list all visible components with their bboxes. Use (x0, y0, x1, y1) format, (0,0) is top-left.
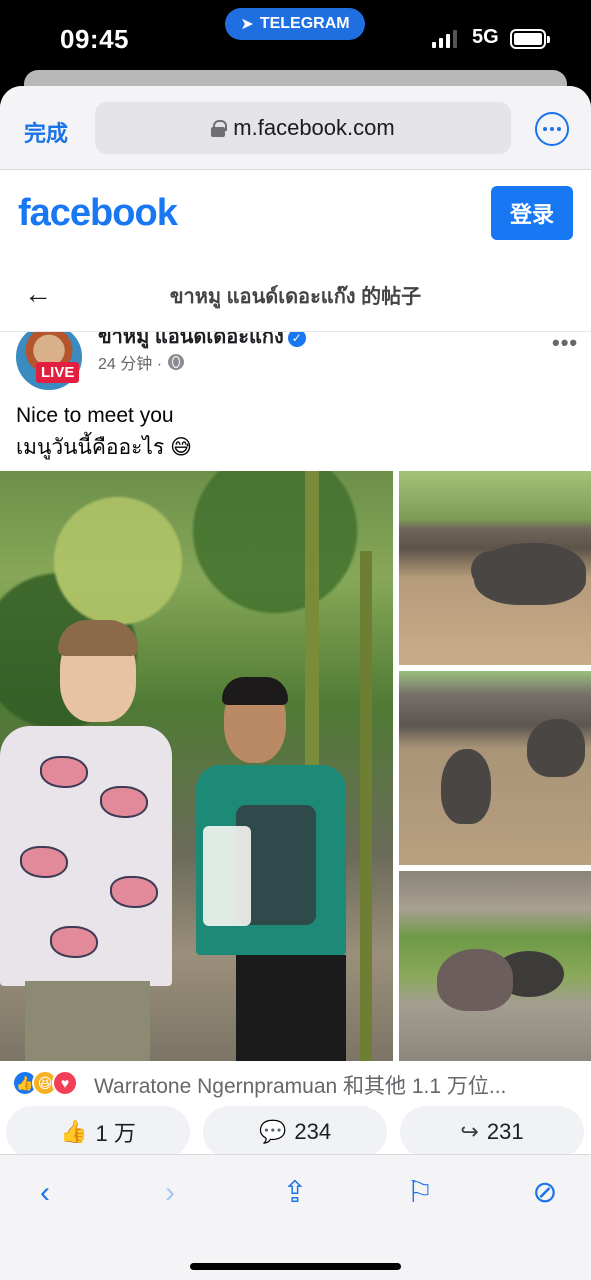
page-title: ขาหมู แอนด์เดอะแก๊ง 的帖子 (169, 286, 422, 308)
comment-icon: 💬 (258, 1119, 287, 1144)
post-photo-3[interactable] (399, 671, 591, 865)
post-author[interactable]: ขาหมู แอนด์เดอะแก๊ง ✓ (98, 332, 306, 352)
network-type: 5G (472, 26, 499, 48)
post-menu-icon[interactable]: ••• (552, 332, 578, 356)
share-count: 231 (486, 1119, 524, 1144)
post-photo-main[interactable] (0, 471, 393, 1061)
compass-icon[interactable]: ⊘ (525, 1173, 565, 1213)
address-bar: 完成 m.facebook.com (0, 86, 591, 170)
forward-icon[interactable]: › (150, 1173, 190, 1213)
status-time: 09:45 (60, 24, 129, 54)
reaction-icons: 👍 😆 ♥ (12, 1070, 92, 1096)
live-badge: LIVE (36, 362, 80, 383)
share-arrow-icon: ↪ (460, 1119, 479, 1144)
telegram-return-pill[interactable]: ➤ TELEGRAM (225, 8, 365, 40)
reactions-text: Warratone Ngernpramuan 和其他 1.1 万位... (94, 1075, 507, 1098)
love-reaction-icon: ♥ (52, 1070, 78, 1096)
reactions-summary[interactable]: 👍 😆 ♥ Warratone Ngernpramuan 和其他 1.1 万位.… (0, 1066, 591, 1102)
done-button[interactable]: 完成 (24, 116, 68, 148)
facebook-logo[interactable]: facebook (18, 192, 178, 235)
post-header: LIVE ขาหมู แอนด์เดอะแก๊ง ✓ 24 分钟 · ••• (0, 332, 591, 392)
post-text-line-1: Nice to meet you (16, 404, 174, 427)
back-icon[interactable]: ‹ (25, 1173, 65, 1213)
comment-button[interactable]: 💬 234 (203, 1106, 387, 1158)
browser-sheet: 完成 m.facebook.com facebook 登录 ← ขาหมู แอ… (0, 86, 591, 1280)
verified-badge-icon: ✓ (287, 332, 306, 347)
post-title-bar: ← ขาหมู แอนด์เดอะแก๊ง 的帖子 (0, 256, 591, 332)
signal-icon (432, 30, 457, 48)
lock-icon (211, 120, 228, 137)
post-text: Nice to meet you เมนูวันนี้คืออะไร 😅 (16, 400, 192, 464)
photo-grid (0, 471, 591, 1061)
status-bar: 09:45 ➤ TELEGRAM 5G (0, 0, 591, 80)
share-button[interactable]: ↪ 231 (400, 1106, 584, 1158)
telegram-icon: ➤ (240, 16, 254, 33)
like-count: 1 万 (95, 1121, 136, 1146)
post-text-line-2: เมนูวันนี้คืออะไร 😅 (16, 436, 192, 459)
url-field[interactable]: m.facebook.com (95, 102, 511, 154)
telegram-label: TELEGRAM (259, 15, 350, 32)
comment-count: 234 (294, 1119, 332, 1144)
post-author-name: ขาหมู แอนด์เดอะแก๊ง (98, 332, 284, 348)
thumbs-up-icon: 👍 (60, 1119, 88, 1144)
post-time-text: 24 分钟 · (98, 356, 163, 373)
like-button[interactable]: 👍 1 万 (6, 1106, 190, 1158)
bookmark-icon[interactable]: ⚐ (400, 1173, 440, 1213)
url-text: m.facebook.com (233, 115, 395, 140)
globe-icon (168, 354, 185, 370)
login-button[interactable]: 登录 (491, 186, 573, 240)
home-indicator (190, 1263, 401, 1270)
battery-icon (510, 29, 550, 49)
post-photo-4[interactable] (399, 871, 591, 1061)
facebook-header: facebook 登录 (0, 170, 591, 256)
post-timestamp[interactable]: 24 分钟 · (98, 350, 185, 374)
browser-toolbar: ‹ › ⇪ ⚐ ⊘ (0, 1154, 591, 1280)
post-photo-2[interactable] (399, 471, 591, 665)
screen: 09:45 ➤ TELEGRAM 5G 完成 m.facebook.com fa… (0, 0, 591, 1280)
share-icon[interactable]: ⇪ (275, 1173, 315, 1213)
more-options-button[interactable] (535, 112, 569, 146)
